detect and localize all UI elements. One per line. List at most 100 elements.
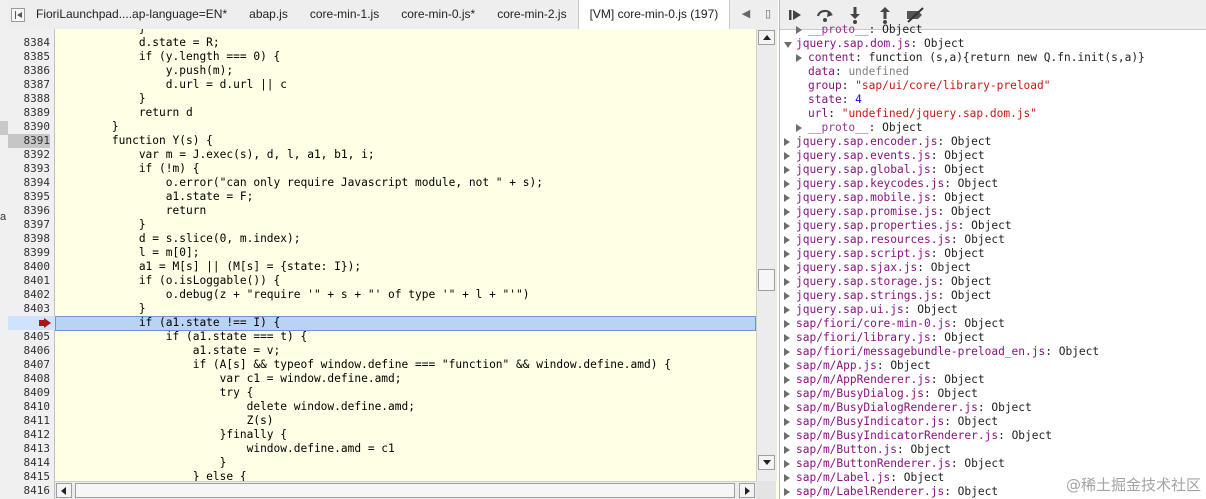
line-number[interactable]: 8401 bbox=[8, 274, 51, 288]
code-line[interactable]: 8389 return d bbox=[8, 106, 756, 120]
scope-row[interactable]: group: "sap/ui/core/library-preload" bbox=[780, 79, 1206, 93]
line-number[interactable]: 8388 bbox=[8, 92, 51, 106]
collapsed-triangle-icon[interactable] bbox=[784, 432, 790, 440]
collapsed-triangle-icon[interactable] bbox=[784, 306, 790, 314]
code-line[interactable]: 8395 a1.state = F; bbox=[8, 190, 756, 204]
code-line[interactable]: 8406 a1.state = v; bbox=[8, 344, 756, 358]
code-line[interactable]: 8405 if (a1.state === t) { bbox=[8, 330, 756, 344]
collapsed-triangle-icon[interactable] bbox=[784, 264, 790, 272]
source-editor[interactable]: }8384 d.state = R;8385 if (y.length === … bbox=[8, 29, 778, 499]
editor-vertical-scrollbar[interactable] bbox=[756, 29, 777, 481]
scope-row[interactable]: jquery.sap.dom.js: Object bbox=[780, 37, 1206, 51]
code-line[interactable]: 8414 } bbox=[8, 456, 756, 470]
code-line[interactable]: 8411 Z(s) bbox=[8, 414, 756, 428]
scope-row[interactable]: sap/m/App.js: Object bbox=[780, 359, 1206, 373]
collapsed-triangle-icon[interactable] bbox=[784, 474, 790, 482]
line-number[interactable]: 8395 bbox=[8, 190, 51, 204]
line-number[interactable]: 8413 bbox=[8, 442, 51, 456]
line-number[interactable]: 8405 bbox=[8, 330, 51, 344]
code-line[interactable]: 8412 }finally { bbox=[8, 428, 756, 442]
collapsed-triangle-icon[interactable] bbox=[796, 26, 802, 34]
vertical-scroll-thumb[interactable] bbox=[758, 269, 775, 291]
code-line[interactable]: 8413 window.define.amd = c1 bbox=[8, 442, 756, 456]
scope-row[interactable]: jquery.sap.events.js: Object bbox=[780, 149, 1206, 163]
scope-row[interactable]: jquery.sap.properties.js: Object bbox=[780, 219, 1206, 233]
line-number[interactable]: 8394 bbox=[8, 176, 51, 190]
collapsed-triangle-icon[interactable] bbox=[784, 292, 790, 300]
code-line[interactable]: 8388 } bbox=[8, 92, 756, 106]
line-number[interactable]: 8415 bbox=[8, 470, 51, 484]
scope-row[interactable]: sap/m/AppRenderer.js: Object bbox=[780, 373, 1206, 387]
scope-row[interactable]: jquery.sap.strings.js: Object bbox=[780, 289, 1206, 303]
code-line[interactable]: 8393 if (!m) { bbox=[8, 162, 756, 176]
collapsed-triangle-icon[interactable] bbox=[784, 460, 790, 468]
tab-0[interactable]: FioriLaunchpad....ap-language=EN* bbox=[25, 0, 238, 29]
line-number[interactable]: 8410 bbox=[8, 400, 51, 414]
tab-3[interactable]: core-min-0.js* bbox=[390, 0, 486, 29]
line-number[interactable]: 8386 bbox=[8, 64, 51, 78]
resume-icon[interactable] bbox=[784, 5, 806, 25]
line-number[interactable]: 8398 bbox=[8, 232, 51, 246]
scope-row[interactable]: jquery.sap.mobile.js: Object bbox=[780, 191, 1206, 205]
line-number[interactable]: 8385 bbox=[8, 50, 51, 64]
scope-row[interactable]: content: function (s,a){return new Q.fn.… bbox=[780, 51, 1206, 65]
line-number[interactable]: 8416 bbox=[8, 484, 51, 498]
line-number[interactable]: 8407 bbox=[8, 358, 51, 372]
step-into-icon[interactable] bbox=[844, 5, 866, 25]
line-number[interactable]: 8412 bbox=[8, 428, 51, 442]
collapsed-triangle-icon[interactable] bbox=[784, 334, 790, 342]
toggle-navigator-icon[interactable] bbox=[11, 7, 25, 22]
line-number[interactable]: 8391 bbox=[8, 134, 50, 148]
code-line[interactable]: 8409 try { bbox=[8, 386, 756, 400]
line-number[interactable]: 8411 bbox=[8, 414, 51, 428]
line-number[interactable]: 8390 bbox=[8, 120, 51, 134]
scope-row[interactable]: url: "undefined/jquery.sap.dom.js" bbox=[780, 107, 1206, 121]
deactivate-breakpoints-icon[interactable] bbox=[904, 5, 926, 25]
line-number[interactable]: 8400 bbox=[8, 260, 51, 274]
code-line[interactable]: 8402 o.debug(z + "require '" + s + "' of… bbox=[8, 288, 756, 302]
collapsed-triangle-icon[interactable] bbox=[784, 488, 790, 496]
expanded-triangle-icon[interactable] bbox=[784, 42, 792, 48]
tab-scroll-left-icon[interactable]: ◀ bbox=[738, 6, 754, 22]
collapsed-triangle-icon[interactable] bbox=[784, 362, 790, 370]
code-line[interactable]: 8386 y.push(m); bbox=[8, 64, 756, 78]
scope-row[interactable]: sap/m/Button.js: Object bbox=[780, 443, 1206, 457]
collapsed-triangle-icon[interactable] bbox=[784, 418, 790, 426]
collapsed-triangle-icon[interactable] bbox=[784, 194, 790, 202]
scope-row[interactable]: sap/m/BusyDialog.js: Object bbox=[780, 387, 1206, 401]
line-number[interactable]: 8396 bbox=[8, 204, 51, 218]
scope-row[interactable]: jquery.sap.global.js: Object bbox=[780, 163, 1206, 177]
collapsed-triangle-icon[interactable] bbox=[784, 446, 790, 454]
scope-row[interactable]: sap/m/BusyIndicatorRenderer.js: Object bbox=[780, 429, 1206, 443]
code-line[interactable]: 8403 } bbox=[8, 302, 756, 316]
collapsed-triangle-icon[interactable] bbox=[784, 208, 790, 216]
code-line[interactable]: 8400 a1 = M[s] || (M[s] = {state: I}); bbox=[8, 260, 756, 274]
scope-row[interactable]: jquery.sap.storage.js: Object bbox=[780, 275, 1206, 289]
tab-4[interactable]: core-min-2.js bbox=[486, 0, 577, 29]
scope-row[interactable]: jquery.sap.ui.js: Object bbox=[780, 303, 1206, 317]
tab-5[interactable]: [VM] core-min-0.js (197) bbox=[577, 0, 731, 30]
collapsed-triangle-icon[interactable] bbox=[784, 320, 790, 328]
code-line[interactable]: 8401 if (o.isLoggable()) { bbox=[8, 274, 756, 288]
scroll-left-button[interactable] bbox=[56, 483, 72, 498]
code-line[interactable]: 8399 l = m[0]; bbox=[8, 246, 756, 260]
code-line[interactable]: 8387 d.url = d.url || c bbox=[8, 78, 756, 92]
scope-row[interactable]: sap/m/ButtonRenderer.js: Object bbox=[780, 457, 1206, 471]
scope-row[interactable]: sap/fiori/core-min-0.js: Object bbox=[780, 317, 1206, 331]
collapsed-triangle-icon[interactable] bbox=[784, 180, 790, 188]
tab-1[interactable]: abap.js bbox=[238, 0, 299, 29]
code-line[interactable]: 8392 var m = J.exec(s), d, l, a1, b1, i; bbox=[8, 148, 756, 162]
line-number[interactable]: 8409 bbox=[8, 386, 51, 400]
line-number[interactable]: 8387 bbox=[8, 78, 51, 92]
step-over-icon[interactable] bbox=[814, 5, 836, 25]
collapsed-triangle-icon[interactable] bbox=[784, 404, 790, 412]
code-line[interactable]: 8398 d = s.slice(0, m.index); bbox=[8, 232, 756, 246]
collapsed-triangle-icon[interactable] bbox=[784, 152, 790, 160]
scope-row[interactable]: jquery.sap.script.js: Object bbox=[780, 247, 1206, 261]
step-out-icon[interactable] bbox=[874, 5, 896, 25]
collapsed-triangle-icon[interactable] bbox=[784, 348, 790, 356]
scope-row[interactable]: jquery.sap.resources.js: Object bbox=[780, 233, 1206, 247]
editor-horizontal-scrollbar[interactable] bbox=[55, 481, 756, 499]
collapsed-triangle-icon[interactable] bbox=[784, 222, 790, 230]
scope-row[interactable]: __proto__: Object bbox=[780, 121, 1206, 135]
